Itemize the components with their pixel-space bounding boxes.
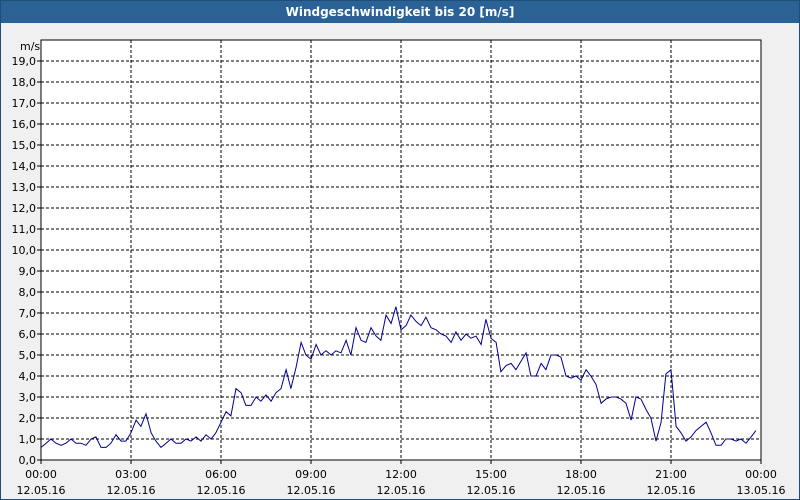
y-tick-label: 5,0 xyxy=(19,349,37,362)
y-tick-label: 9,0 xyxy=(19,265,37,278)
x-tick-date-label: 13.05.16 xyxy=(737,484,786,497)
y-axis-ticks: 0,0 1,0 2,0 3,0 4,0 5,0 6,0 7,0 8,0 9,0 10,0 11,0 12… xyxy=(12,55,41,467)
y-tick-label: 1,0 xyxy=(19,433,37,446)
y-tick-label: 11,0 xyxy=(12,223,37,236)
y-tick-label: 13,0 xyxy=(12,181,37,194)
y-tick-label: 12,0 xyxy=(12,202,37,215)
x-tick-time-label: 03:00 xyxy=(115,468,147,481)
x-tick-date-label: 12.05.16 xyxy=(647,484,696,497)
x-tick-time-label: 09:00 xyxy=(295,468,327,481)
x-tick-date-label: 12.05.16 xyxy=(467,484,516,497)
x-tick-date-label: 12.05.16 xyxy=(377,484,426,497)
y-tick-label: 0,0 xyxy=(19,454,37,467)
x-tick-date-label: 12.05.16 xyxy=(17,484,66,497)
y-tick-label: 7,0 xyxy=(19,307,37,320)
x-tick-time-label: 15:00 xyxy=(475,468,507,481)
x-tick-time-label: 18:00 xyxy=(565,468,597,481)
y-tick-label: 6,0 xyxy=(19,328,37,341)
x-axis-ticks: 00:00 12.05.16 03:00 12.05.16 06:00 12.05.16 0… xyxy=(17,460,786,497)
y-tick-label: 17,0 xyxy=(12,97,37,110)
grid-lines xyxy=(41,40,761,460)
x-tick-date-label: 12.05.16 xyxy=(557,484,606,497)
x-tick-time-label: 06:00 xyxy=(205,468,237,481)
x-tick-time-label: 00:00 xyxy=(25,468,57,481)
y-tick-label: 8,0 xyxy=(19,286,37,299)
y-tick-label: 14,0 xyxy=(12,160,37,173)
y-tick-label: 2,0 xyxy=(19,412,37,425)
y-tick-label: 3,0 xyxy=(19,391,37,404)
y-tick-label: 16,0 xyxy=(12,118,37,131)
x-tick-time-label: 21:00 xyxy=(655,468,687,481)
y-tick-label: 19,0 xyxy=(12,55,37,68)
x-tick-time-label: 12:00 xyxy=(385,468,417,481)
y-tick-label: 15,0 xyxy=(12,139,37,152)
x-tick-time-label: 00:00 xyxy=(745,468,777,481)
wind-speed-chart: 0,0 1,0 2,0 3,0 4,0 5,0 6,0 7,0 8,0 9,0 10,0 11,0 12… xyxy=(12,39,786,497)
y-tick-label: 10,0 xyxy=(12,244,37,257)
x-tick-date-label: 12.05.16 xyxy=(287,484,336,497)
y-tick-label: 18,0 xyxy=(12,76,37,89)
y-tick-label: 4,0 xyxy=(19,370,37,383)
x-tick-date-label: 12.05.16 xyxy=(197,484,246,497)
y-axis-label: m/s xyxy=(20,40,40,53)
x-tick-date-label: 12.05.16 xyxy=(107,484,156,497)
